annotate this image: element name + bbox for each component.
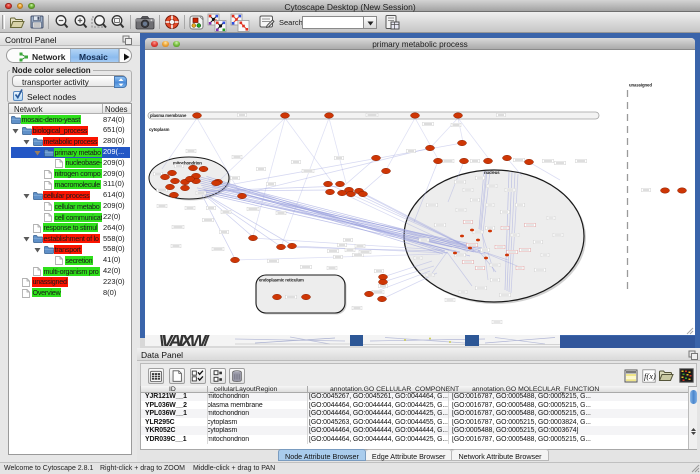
svg-text:nucleus: nucleus [484,170,500,175]
svg-text:f(x): f(x) [644,371,656,381]
svg-text:cytoplasm: cytoplasm [149,127,170,132]
svg-text:unassigned: unassigned [629,83,652,88]
svg-text:plasma membrane: plasma membrane [150,113,187,118]
svg-text:endoplasmic reticulum: endoplasmic reticulum [259,278,304,283]
